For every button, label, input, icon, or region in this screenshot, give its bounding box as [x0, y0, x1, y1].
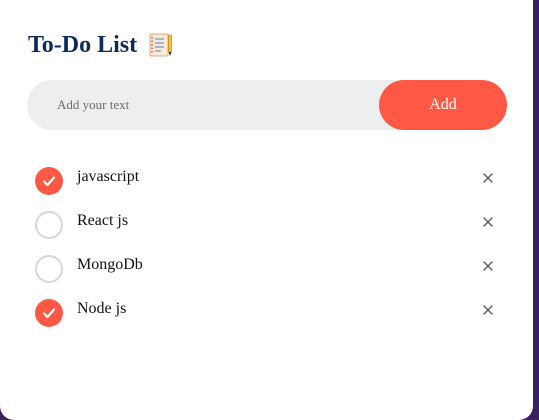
- task-list: javascript React js MongoDb Node js: [35, 157, 505, 333]
- task-checkbox[interactable]: [35, 167, 63, 195]
- check-icon: [42, 176, 56, 187]
- close-icon[interactable]: [481, 215, 495, 229]
- task-label: javascript: [77, 168, 140, 185]
- task-checkbox[interactable]: [35, 255, 63, 283]
- task-checkbox[interactable]: [35, 299, 63, 327]
- task-checkbox[interactable]: [35, 211, 63, 239]
- task-label: MongoDb: [77, 256, 143, 273]
- task-input[interactable]: [27, 80, 367, 130]
- close-icon[interactable]: [481, 259, 495, 273]
- header: To-Do List: [28, 30, 173, 60]
- list-item[interactable]: Node js: [35, 289, 505, 333]
- input-row: Add: [27, 80, 507, 130]
- close-icon[interactable]: [481, 303, 495, 317]
- page-title: To-Do List: [28, 32, 138, 58]
- list-item[interactable]: javascript: [35, 157, 505, 201]
- add-button[interactable]: Add: [379, 80, 507, 130]
- todo-card: To-Do List Add javascript React js MongoDb…: [0, 0, 533, 420]
- task-label: React js: [77, 212, 129, 229]
- list-item[interactable]: MongoDb: [35, 245, 505, 289]
- check-icon: [42, 308, 56, 319]
- list-item[interactable]: React js: [35, 201, 505, 245]
- task-label: Node js: [77, 300, 127, 317]
- close-icon[interactable]: [481, 171, 495, 185]
- notebook-icon: [147, 32, 173, 58]
